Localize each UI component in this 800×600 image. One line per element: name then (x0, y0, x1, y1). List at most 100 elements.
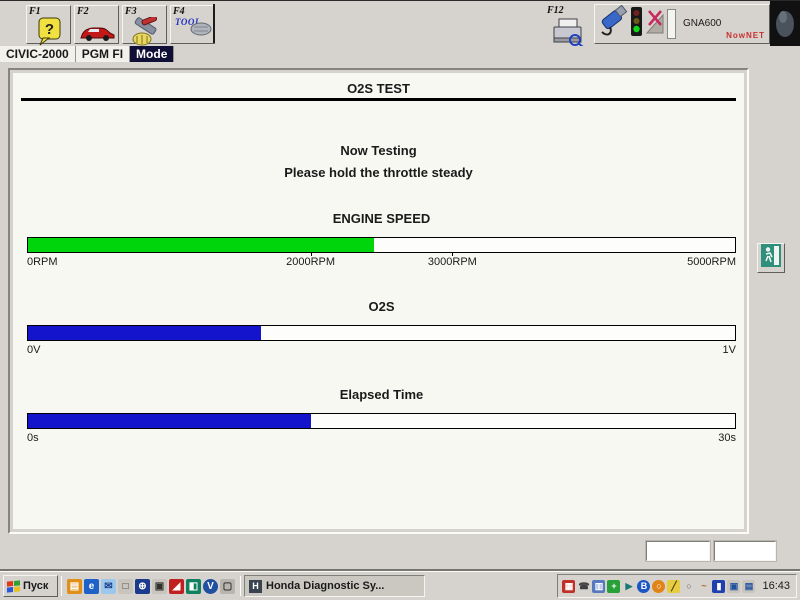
function-key-toolbar: F1 ? F2 F3 (0, 0, 800, 45)
phone-tray-icon[interactable]: ☎ (577, 580, 590, 593)
f1-help-button[interactable]: F1 ? (26, 5, 71, 44)
svg-text:?: ? (44, 21, 53, 38)
engine-speed-gauge: ENGINE SPEED 0RPM 2000RPM 3000RPM 5000RP… (27, 211, 736, 271)
device-text-block: GNA600 NowNET (678, 7, 766, 41)
tab[interactable]: Mode (130, 46, 174, 62)
elapsed-time-scale: 0s 30s (27, 432, 736, 446)
status-field-1 (646, 541, 710, 561)
engine-speed-scale: 0RPM 2000RPM 3000RPM 5000RPM (27, 256, 736, 270)
pencil-tray-icon[interactable]: ╱ (667, 580, 680, 593)
start-button-label: Пуск (23, 580, 48, 592)
outlook-express-icon[interactable]: ✉ (101, 579, 116, 594)
toolbar-separator (213, 4, 215, 43)
no-communication-icon (645, 6, 665, 42)
red-stamp-tray-icon[interactable]: ▦ (562, 580, 575, 593)
red-app-icon[interactable]: ◢ (169, 579, 184, 594)
scale-min-label: 0s (27, 432, 39, 444)
exit-test-button[interactable] (757, 243, 785, 273)
o2s-fill (28, 326, 261, 340)
scale-3000rpm-label: 3000RPM (428, 256, 477, 268)
car-icon (79, 22, 115, 47)
network-computers-tray-icon[interactable]: ▤ (742, 580, 755, 593)
f2-key-label: F2 (77, 6, 89, 17)
scale-min-label: 0RPM (27, 256, 58, 268)
gauge-title: O2S (27, 299, 736, 314)
honda-diagnostic-icon: H (249, 580, 262, 593)
bluetooth-tray-icon[interactable]: B (637, 580, 650, 593)
display-tray-icon[interactable]: ▣ (727, 580, 740, 593)
engine-speed-fill (28, 238, 374, 252)
scale-max-label: 1V (723, 344, 736, 356)
traffic-light-icon (630, 6, 643, 42)
scale-min-label: 0V (27, 344, 40, 356)
status-message-1: Now Testing (13, 143, 744, 158)
console-window-icon[interactable]: ▣ (152, 579, 167, 594)
tab[interactable]: CIVIC-2000 (0, 46, 76, 62)
o2s-gauge: O2S 0V 1V (27, 299, 736, 359)
engine-speed-bar (27, 237, 736, 253)
battery-tray-icon[interactable]: ▮ (712, 580, 725, 593)
arrow-tray-icon[interactable]: ▶ (622, 580, 635, 593)
floppy-save-icon[interactable]: ▤ (67, 579, 82, 594)
scale-max-label: 30s (718, 432, 736, 444)
network-monitor-tray-icon[interactable]: ▥ (592, 580, 605, 593)
quick-launch-bar: ▤ e ✉ □ ⊕ ▣ ◢ ◧ V ▢ (65, 579, 237, 594)
taskbar-divider (240, 576, 241, 596)
device-name-label: GNA600 (683, 18, 721, 29)
f3-key-label: F3 (125, 6, 137, 17)
teal-app-icon[interactable]: ◧ (186, 579, 201, 594)
tray-icons: ▦ ☎ ▥ + ▶ B ○ ╱ ○ ~ ▮ ▣ (562, 580, 755, 593)
toolbar-corner-area (770, 1, 800, 46)
f2-vehicle-button[interactable]: F2 (74, 5, 119, 44)
elapsed-time-bar (27, 413, 736, 429)
tab-label: CIVIC-2000 (6, 47, 69, 61)
gauge-title: Elapsed Time (27, 387, 736, 402)
disabled-tray-icon[interactable]: ○ (682, 580, 695, 593)
antivirus-tray-icon[interactable]: + (607, 580, 620, 593)
exit-icon (761, 244, 781, 272)
show-desktop-icon[interactable]: □ (118, 579, 133, 594)
tab-label: PGM FI (82, 47, 123, 61)
f4-key-label: F4 (173, 6, 185, 17)
gauge-title: ENGINE SPEED (27, 211, 736, 226)
test-title: O2S TEST (13, 81, 744, 96)
system-tray: ▦ ☎ ▥ + ▶ B ○ ╱ ○ ~ ▮ ▣ (557, 574, 797, 598)
diagnostic-panel: O2S TEST Now Testing Please hold the thr… (8, 68, 749, 534)
connector-plug-icon (598, 5, 628, 43)
signal-level-indicator (667, 9, 676, 39)
f4-toolbox-button[interactable]: F4 TOOL. (170, 5, 215, 44)
elapsed-time-fill (28, 414, 311, 428)
globe-icon[interactable]: ⊕ (135, 579, 150, 594)
f3-tools-button[interactable]: F3 (122, 5, 167, 44)
f12-key-label: F12 (547, 5, 564, 16)
device-status-label: NowNET (726, 31, 765, 40)
mouse-icon (773, 3, 797, 44)
status-field-2 (714, 541, 776, 561)
window-app-icon[interactable]: ▢ (220, 579, 235, 594)
key-tray-icon[interactable]: ~ (697, 580, 710, 593)
vw-logo-icon[interactable]: V (203, 579, 218, 594)
tab[interactable]: PGM FI (76, 46, 130, 62)
test-screen: O2S TEST Now Testing Please hold the thr… (13, 73, 744, 529)
windows-taskbar: Пуск ▤ e ✉ □ ⊕ ▣ ◢ ◧ V ▢ H Honda Diagnos… (0, 571, 800, 600)
clock-tray-icon[interactable]: ○ (652, 580, 665, 593)
title-divider (21, 98, 736, 101)
taskbar-clock: 16:43 (762, 580, 790, 592)
status-message-2: Please hold the throttle steady (13, 165, 744, 180)
windows-logo-icon (7, 580, 20, 592)
tab-label: Mode (136, 47, 167, 61)
taskbar-divider (61, 576, 62, 596)
scale-max-label: 5000RPM (687, 256, 736, 268)
o2s-scale: 0V 1V (27, 344, 736, 358)
start-button[interactable]: Пуск (3, 575, 58, 597)
f12-print-button[interactable]: F12 (545, 5, 591, 44)
elapsed-time-gauge: Elapsed Time 0s 30s (27, 387, 736, 447)
task-button-label: Honda Diagnostic Sy... (266, 580, 384, 592)
internet-explorer-icon[interactable]: e (84, 579, 99, 594)
o2s-bar (27, 325, 736, 341)
honda-diagnostic-task-button[interactable]: H Honda Diagnostic Sy... (244, 575, 425, 597)
scale-2000rpm-label: 2000RPM (286, 256, 335, 268)
interface-status-panel: GNA600 NowNET (594, 4, 770, 44)
glove-icon (190, 22, 212, 41)
vehicle-tab-bar: CIVIC-2000 PGM FI Mode (0, 46, 800, 62)
